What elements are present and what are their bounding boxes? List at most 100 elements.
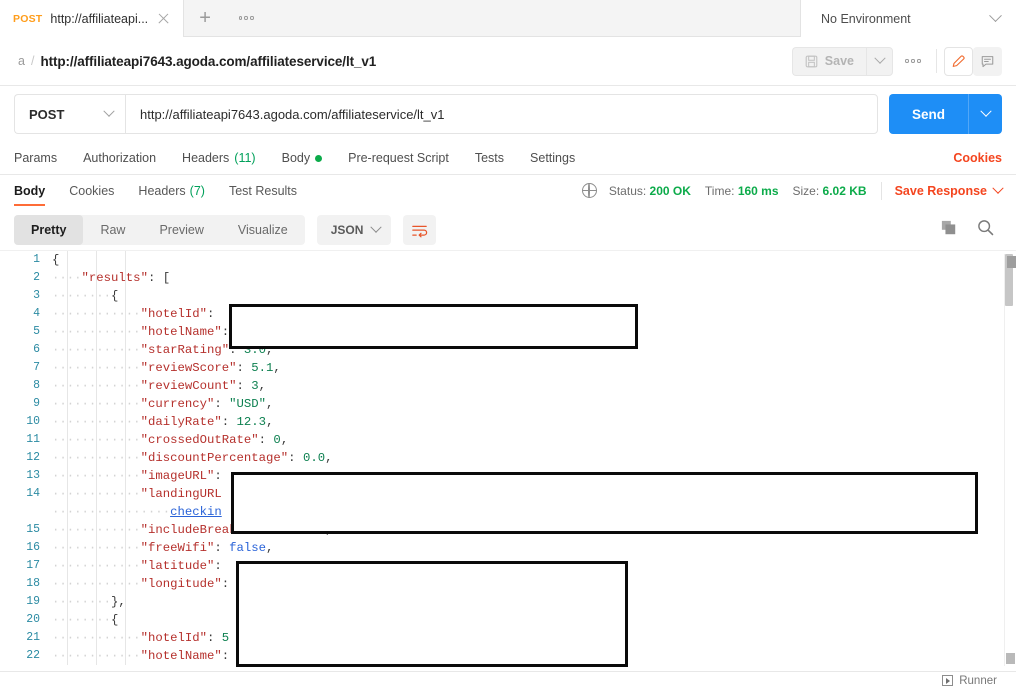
line-number: 22 (26, 649, 40, 662)
request-url-input[interactable]: http://affiliateapi7643.agoda.com/affili… (125, 94, 878, 134)
redaction-box-hotel-id-name (229, 304, 638, 349)
line-number: 21 (26, 631, 40, 644)
code-line-content: ············"reviewCount": 3, (52, 379, 267, 393)
response-tab-test-results[interactable]: Test Results (229, 175, 297, 206)
request-tabs: Params Authorization Headers (11) Body P… (0, 142, 1016, 175)
line-number: 14 (26, 487, 40, 500)
tab-body[interactable]: Body (282, 151, 323, 165)
view-mode-raw[interactable]: Raw (83, 215, 142, 245)
code-line: 3 ········{ (0, 287, 1016, 305)
code-line-content: ············"dailyRate": 12.3, (52, 415, 274, 429)
redaction-box-image-landing-url (231, 472, 978, 534)
search-button[interactable] (977, 219, 994, 241)
line-number: 7 (33, 361, 40, 374)
line-number: 19 (26, 595, 40, 608)
send-button-group: Send (888, 94, 1002, 134)
scrollbar-thumb[interactable] (1005, 254, 1016, 306)
line-number: 13 (26, 469, 40, 482)
request-more-button[interactable] (893, 47, 933, 76)
divider (936, 49, 937, 73)
send-options-button[interactable] (968, 94, 1002, 134)
view-mode-visualize[interactable]: Visualize (221, 215, 305, 245)
save-response-button[interactable]: Save Response (895, 182, 1004, 198)
response-format-toolbar: Pretty Raw Preview Visualize JSON (0, 210, 1016, 250)
code-line: 7 ············"reviewScore": 5.1, (0, 359, 1016, 377)
time-metric: Time: 160 ms (705, 184, 779, 198)
code-line: 10 ············"dailyRate": 12.3, (0, 413, 1016, 431)
send-button[interactable]: Send (888, 94, 968, 134)
scrollbar-bottom-marker (1006, 653, 1015, 664)
tab-label: Params (14, 151, 58, 165)
comments-button[interactable] (973, 46, 1002, 76)
view-mode-preview[interactable]: Preview (142, 215, 220, 245)
code-line: 2 ····"results": [ (0, 269, 1016, 287)
http-method-value: POST (29, 106, 65, 122)
tab-authorization[interactable]: Authorization (83, 151, 156, 165)
copy-button[interactable] (941, 220, 957, 241)
breadcrumb-row: a / http://affiliateapi7643.agoda.com/af… (0, 37, 1016, 86)
language-select[interactable]: JSON (316, 215, 392, 245)
code-line-content: ············"reviewScore": 5.1, (52, 361, 281, 375)
code-line: 8 ············"reviewCount": 3, (0, 377, 1016, 395)
line-number: 17 (26, 559, 40, 572)
response-tabs: Body Cookies Headers (7) Test Results St… (0, 175, 1016, 207)
code-line-content: ············"crossedOutRate": 0, (52, 433, 289, 447)
status-bar: Runner (0, 671, 1016, 689)
view-mode-pretty[interactable]: Pretty (14, 215, 84, 245)
response-tab-cookies[interactable]: Cookies (69, 175, 114, 206)
code-line: 16 ············"freeWifi": false, (0, 539, 1016, 557)
line-number: 3 (33, 289, 40, 302)
close-icon[interactable] (156, 11, 171, 26)
breadcrumb-separator: / (30, 54, 35, 68)
cookies-link[interactable]: Cookies (953, 151, 1002, 165)
code-line: 9 ············"currency": "USD", (0, 395, 1016, 413)
tab-settings[interactable]: Settings (530, 151, 575, 165)
play-box-icon (942, 675, 954, 686)
code-line-content: ········{ (52, 289, 119, 303)
save-button[interactable]: Save (791, 46, 866, 76)
language-value: JSON (330, 223, 364, 237)
tab-headers[interactable]: Headers (11) (182, 151, 256, 165)
response-tab-headers[interactable]: Headers (7) (138, 175, 205, 206)
chevron-down-icon (873, 52, 886, 64)
scrollbar-thumb-marker (1007, 256, 1016, 268)
edit-documentation-button[interactable] (944, 46, 973, 76)
line-number: 1 (33, 253, 40, 266)
copy-icon (941, 220, 956, 234)
breadcrumb-workspace[interactable]: a (18, 54, 25, 68)
code-line-content: ············"freeWifi": false, (52, 541, 274, 555)
line-number: 6 (33, 343, 40, 356)
tab-label: Cookies (69, 183, 115, 198)
environment-selector[interactable]: No Environment (800, 0, 1016, 37)
response-tab-body[interactable]: Body (14, 175, 46, 207)
tab-label: Body (14, 183, 46, 198)
status-metric: Status: 200 OK (609, 184, 691, 198)
ellipsis-icon[interactable] (226, 0, 266, 36)
chevron-down-icon (103, 105, 115, 117)
tab-label: Tests (474, 151, 505, 165)
wrap-lines-button[interactable] (403, 215, 437, 245)
http-method-select[interactable]: POST (14, 94, 125, 134)
request-url-row: POST http://affiliateapi7643.agoda.com/a… (0, 86, 1016, 142)
tab-tests[interactable]: Tests (475, 151, 504, 165)
runner-button[interactable]: Runner (942, 675, 997, 687)
size-label: Size: (792, 183, 820, 198)
vertical-scrollbar[interactable] (1004, 254, 1016, 666)
redaction-box-lat-lng (236, 561, 628, 667)
tab-params[interactable]: Params (14, 151, 57, 165)
line-number: 16 (26, 541, 40, 554)
response-actions (941, 219, 1002, 241)
tab-title-label: http://affiliateapi... (50, 11, 149, 26)
request-tab[interactable]: POST http://affiliateapi... (0, 0, 185, 37)
pencil-icon (952, 54, 965, 67)
line-number: 12 (26, 451, 40, 464)
save-options-button[interactable] (866, 46, 893, 76)
line-number: 4 (33, 307, 40, 320)
code-line: 1{ (0, 251, 1016, 269)
plus-icon[interactable]: + (184, 0, 226, 36)
tab-pre-request-script[interactable]: Pre-request Script (348, 151, 449, 165)
tab-count: (7) (189, 183, 205, 198)
tab-label: Test Results (228, 183, 298, 198)
time-value: 160 ms (737, 183, 779, 198)
code-line: 11 ············"crossedOutRate": 0, (0, 431, 1016, 449)
